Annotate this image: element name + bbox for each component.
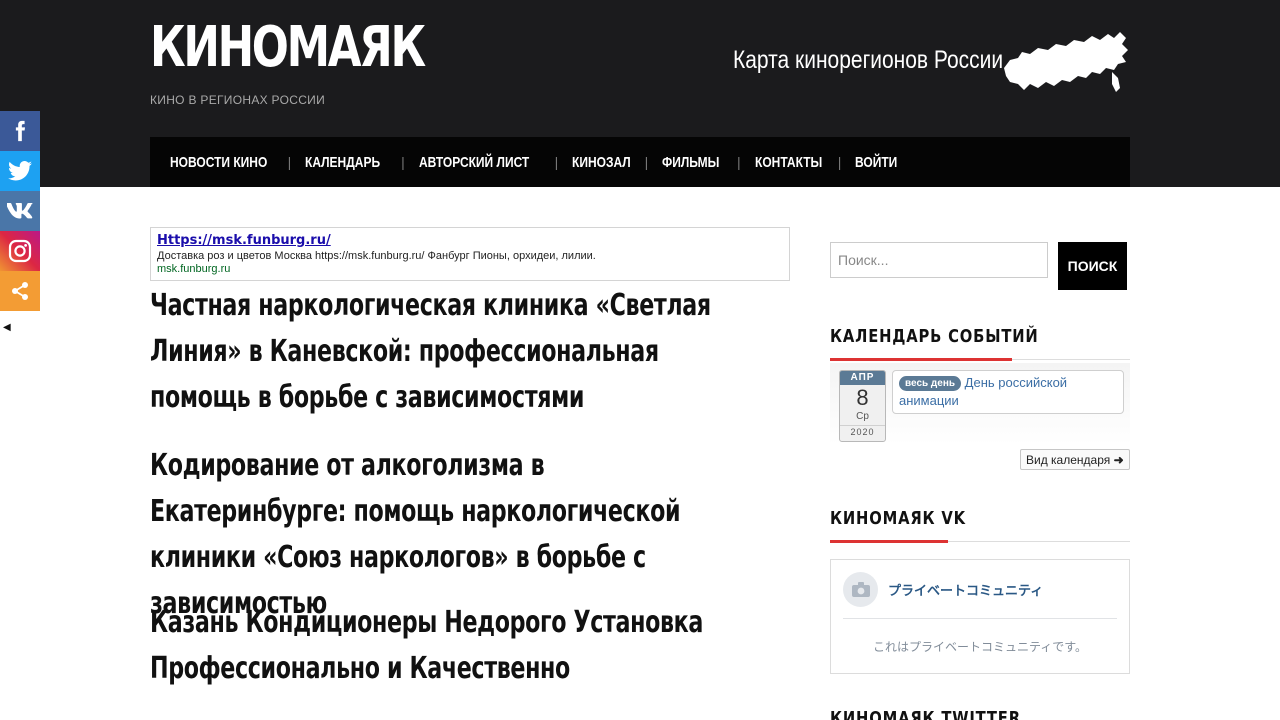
site-tagline: КИНО В РЕГИОНАХ РОССИИ (150, 93, 326, 107)
post-list: Частная наркологическая клиника «Светлая… (150, 283, 750, 720)
nav-item-films[interactable]: ФИЛЬМЫ (662, 154, 719, 171)
vk-share-button[interactable] (0, 191, 40, 231)
nav-item-news[interactable]: НОВОСТИ КИНО (170, 154, 267, 171)
instagram-share-button[interactable] (0, 231, 40, 271)
nav-item-contacts[interactable]: КОНТАКТЫ (755, 154, 822, 171)
main-nav: НОВОСТИ КИНО | КАЛЕНДАРЬ | АВТОРСКИЙ ЛИС… (150, 137, 1130, 187)
post-item: Казань Кондиционеры Недорого Установка П… (150, 600, 750, 720)
nav-separator: | (401, 154, 405, 170)
ad-url[interactable]: msk.funburg.ru (157, 263, 783, 276)
twitter-widget-title: КИНОМАЯК TWITTER (830, 708, 1130, 720)
post-title-link[interactable]: Частная наркологическая клиника «Светлая… (150, 283, 735, 421)
nav-item-calendar[interactable]: КАЛЕНДАРЬ (305, 154, 380, 171)
social-share-bar (0, 111, 40, 311)
facebook-share-button[interactable] (0, 111, 40, 151)
event-date-badge: АПР 8 Ср 2020 (839, 370, 886, 442)
ad-title-link[interactable]: Https://msk.funburg.ru/ (157, 233, 783, 249)
nav-separator: | (644, 154, 649, 170)
view-calendar-label: Вид календаря (1026, 452, 1111, 467)
instagram-icon (8, 239, 32, 263)
post-item: Частная наркологическая клиника «Светлая… (150, 283, 750, 443)
camera-icon (843, 572, 878, 607)
nav-item-cinema[interactable]: КИНОЗАЛ (572, 154, 631, 171)
russia-map-icon[interactable] (1000, 30, 1130, 96)
calendar-widget-title: КАЛЕНДАРЬ СОБЫТИЙ (830, 326, 1130, 361)
nav-separator: | (837, 154, 842, 170)
widget-heading: КИНОМАЯК TWITTER (830, 708, 1021, 720)
heading-underline (830, 540, 948, 543)
site-header: КИНОМАЯК КИНО В РЕГИОНАХ РОССИИ Карта ки… (0, 0, 1280, 187)
twitter-icon (8, 161, 32, 181)
event-day: 8 (856, 385, 869, 410)
search-button[interactable]: ПОИСК (1058, 242, 1127, 290)
vk-private-note: これはプライベートコミュニティです。 (872, 640, 1088, 654)
event-weekday: Ср (856, 411, 869, 422)
vk-community-link[interactable]: プライベートコミュニティ (888, 580, 1043, 599)
vk-community-widget: プライベートコミュニティ これはプライベートコミュニティです。 (830, 559, 1130, 674)
calendar-event-list: АПР 8 Ср 2020 весь день День российской … (830, 363, 1130, 445)
vk-widget-title: КИНОМАЯК VK (830, 508, 1130, 543)
nav-separator: | (736, 154, 741, 170)
more-share-button[interactable] (0, 271, 40, 311)
event-month: АПР (840, 371, 885, 385)
chevron-left-icon[interactable]: ◀ (3, 322, 11, 333)
search-input[interactable] (830, 242, 1048, 278)
site-logo[interactable]: КИНОМАЯК (150, 14, 426, 82)
widget-heading: КИНОМАЯК VK (830, 508, 966, 529)
ad-description: Доставка роз и цветов Москва https://msk… (157, 250, 596, 262)
view-calendar-button[interactable]: Вид календаря ➜ (1020, 449, 1130, 470)
all-day-badge: весь день (899, 376, 962, 391)
nav-separator: | (287, 154, 292, 170)
nav-item-author[interactable]: АВТОРСКИЙ ЛИСТ (419, 154, 529, 171)
event-year: 2020 (840, 425, 885, 438)
heading-underline (830, 358, 1012, 361)
arrow-right-icon: ➜ (1113, 452, 1124, 467)
share-icon (12, 282, 28, 300)
map-link[interactable]: Карта кинорегионов России (733, 46, 1003, 75)
post-item: Кодирование от алкоголизма в Екатеринбур… (150, 443, 750, 621)
post-title-link[interactable]: Казань Кондиционеры Недорого Установка П… (150, 600, 735, 692)
widget-heading: КАЛЕНДАРЬ СОБЫТИЙ (830, 326, 1039, 347)
twitter-share-button[interactable] (0, 151, 40, 191)
nav-item-login[interactable]: ВОЙТИ (855, 154, 897, 171)
vk-icon (7, 203, 33, 219)
ad-block: Https://msk.funburg.ru/ Доставка роз и ц… (150, 227, 790, 281)
facebook-icon (15, 120, 26, 142)
vk-divider (843, 618, 1117, 619)
nav-separator: | (554, 154, 559, 170)
event-card[interactable]: весь день День российской анимации (892, 370, 1124, 414)
